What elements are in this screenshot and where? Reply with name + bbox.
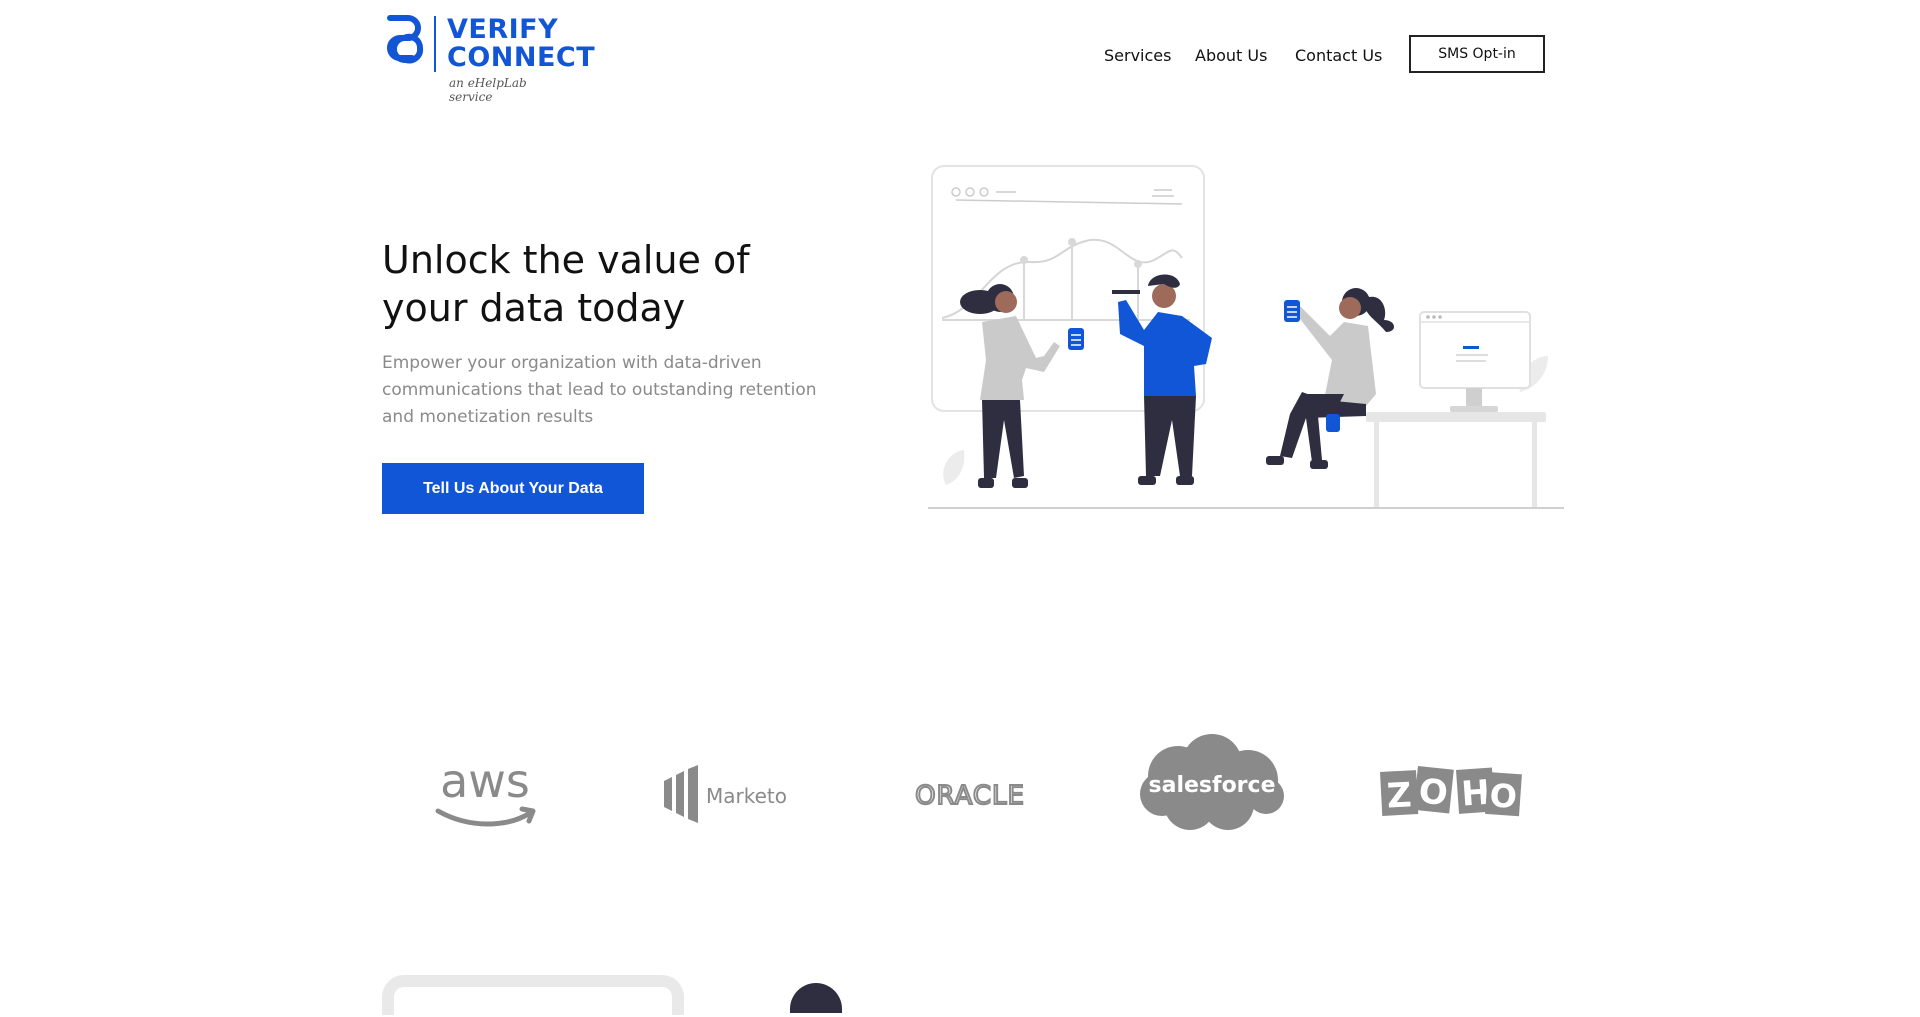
tell-us-about-your-data-button[interactable]: Tell Us About Your Data	[382, 463, 644, 514]
team-data-illustration	[928, 165, 1564, 509]
partner-oracle: ORACLE	[895, 765, 1045, 825]
aws-logo-icon: aws	[435, 755, 536, 827]
next-section-card-inner	[394, 987, 672, 1017]
main-nav: Services About Us Contact Us	[0, 36, 1920, 76]
hero-title-line1: Unlock the value of	[382, 238, 750, 282]
salesforce-logo-text: salesforce	[1149, 773, 1276, 798]
sms-opt-in-button[interactable]: SMS Opt-in	[1409, 35, 1545, 73]
partner-marketo: Marketo	[660, 760, 800, 830]
salesforce-cloud-icon: salesforce	[1140, 734, 1284, 830]
oracle-logo-text: ORACLE	[915, 781, 1025, 811]
brand-tagline: an eHelpLab service	[449, 76, 527, 104]
page: VERIFY CONNECT an eHelpLab service Servi…	[0, 0, 1920, 1017]
next-section-card	[382, 975, 684, 1017]
partner-aws: aws	[430, 750, 540, 840]
oracle-logo-icon: ORACLE	[914, 780, 1025, 812]
zoho-logo-icon: Z O H O	[1380, 766, 1522, 817]
zoho-letter-4: O	[1488, 776, 1518, 816]
hero-subtitle: Empower your organization with data-driv…	[382, 353, 817, 427]
zoho-letter-1: Z	[1386, 775, 1413, 816]
zoho-letter-2: O	[1417, 771, 1450, 814]
marketo-logo-icon: Marketo	[664, 765, 787, 823]
person-woman-left	[960, 284, 1084, 488]
nav-link-services[interactable]: Services	[1104, 46, 1171, 65]
marketo-logo-text: Marketo	[706, 784, 787, 808]
next-section-illustration	[790, 983, 842, 1013]
partner-logos: aws Marketo ORACLE salesforce Z O H O	[0, 720, 1920, 850]
hero-title-line2: your data today	[382, 286, 686, 330]
aws-logo-text: aws	[440, 755, 530, 808]
nav-link-about-us[interactable]: About Us	[1195, 46, 1267, 65]
hero-title: Unlock the value of your data today	[382, 236, 842, 332]
desk-with-monitor	[1366, 311, 1546, 508]
person-man-center	[1112, 274, 1212, 485]
partner-zoho: Z O H O	[1370, 758, 1530, 828]
nav-link-contact-us[interactable]: Contact Us	[1295, 46, 1382, 65]
partner-salesforce: salesforce	[1130, 730, 1290, 840]
